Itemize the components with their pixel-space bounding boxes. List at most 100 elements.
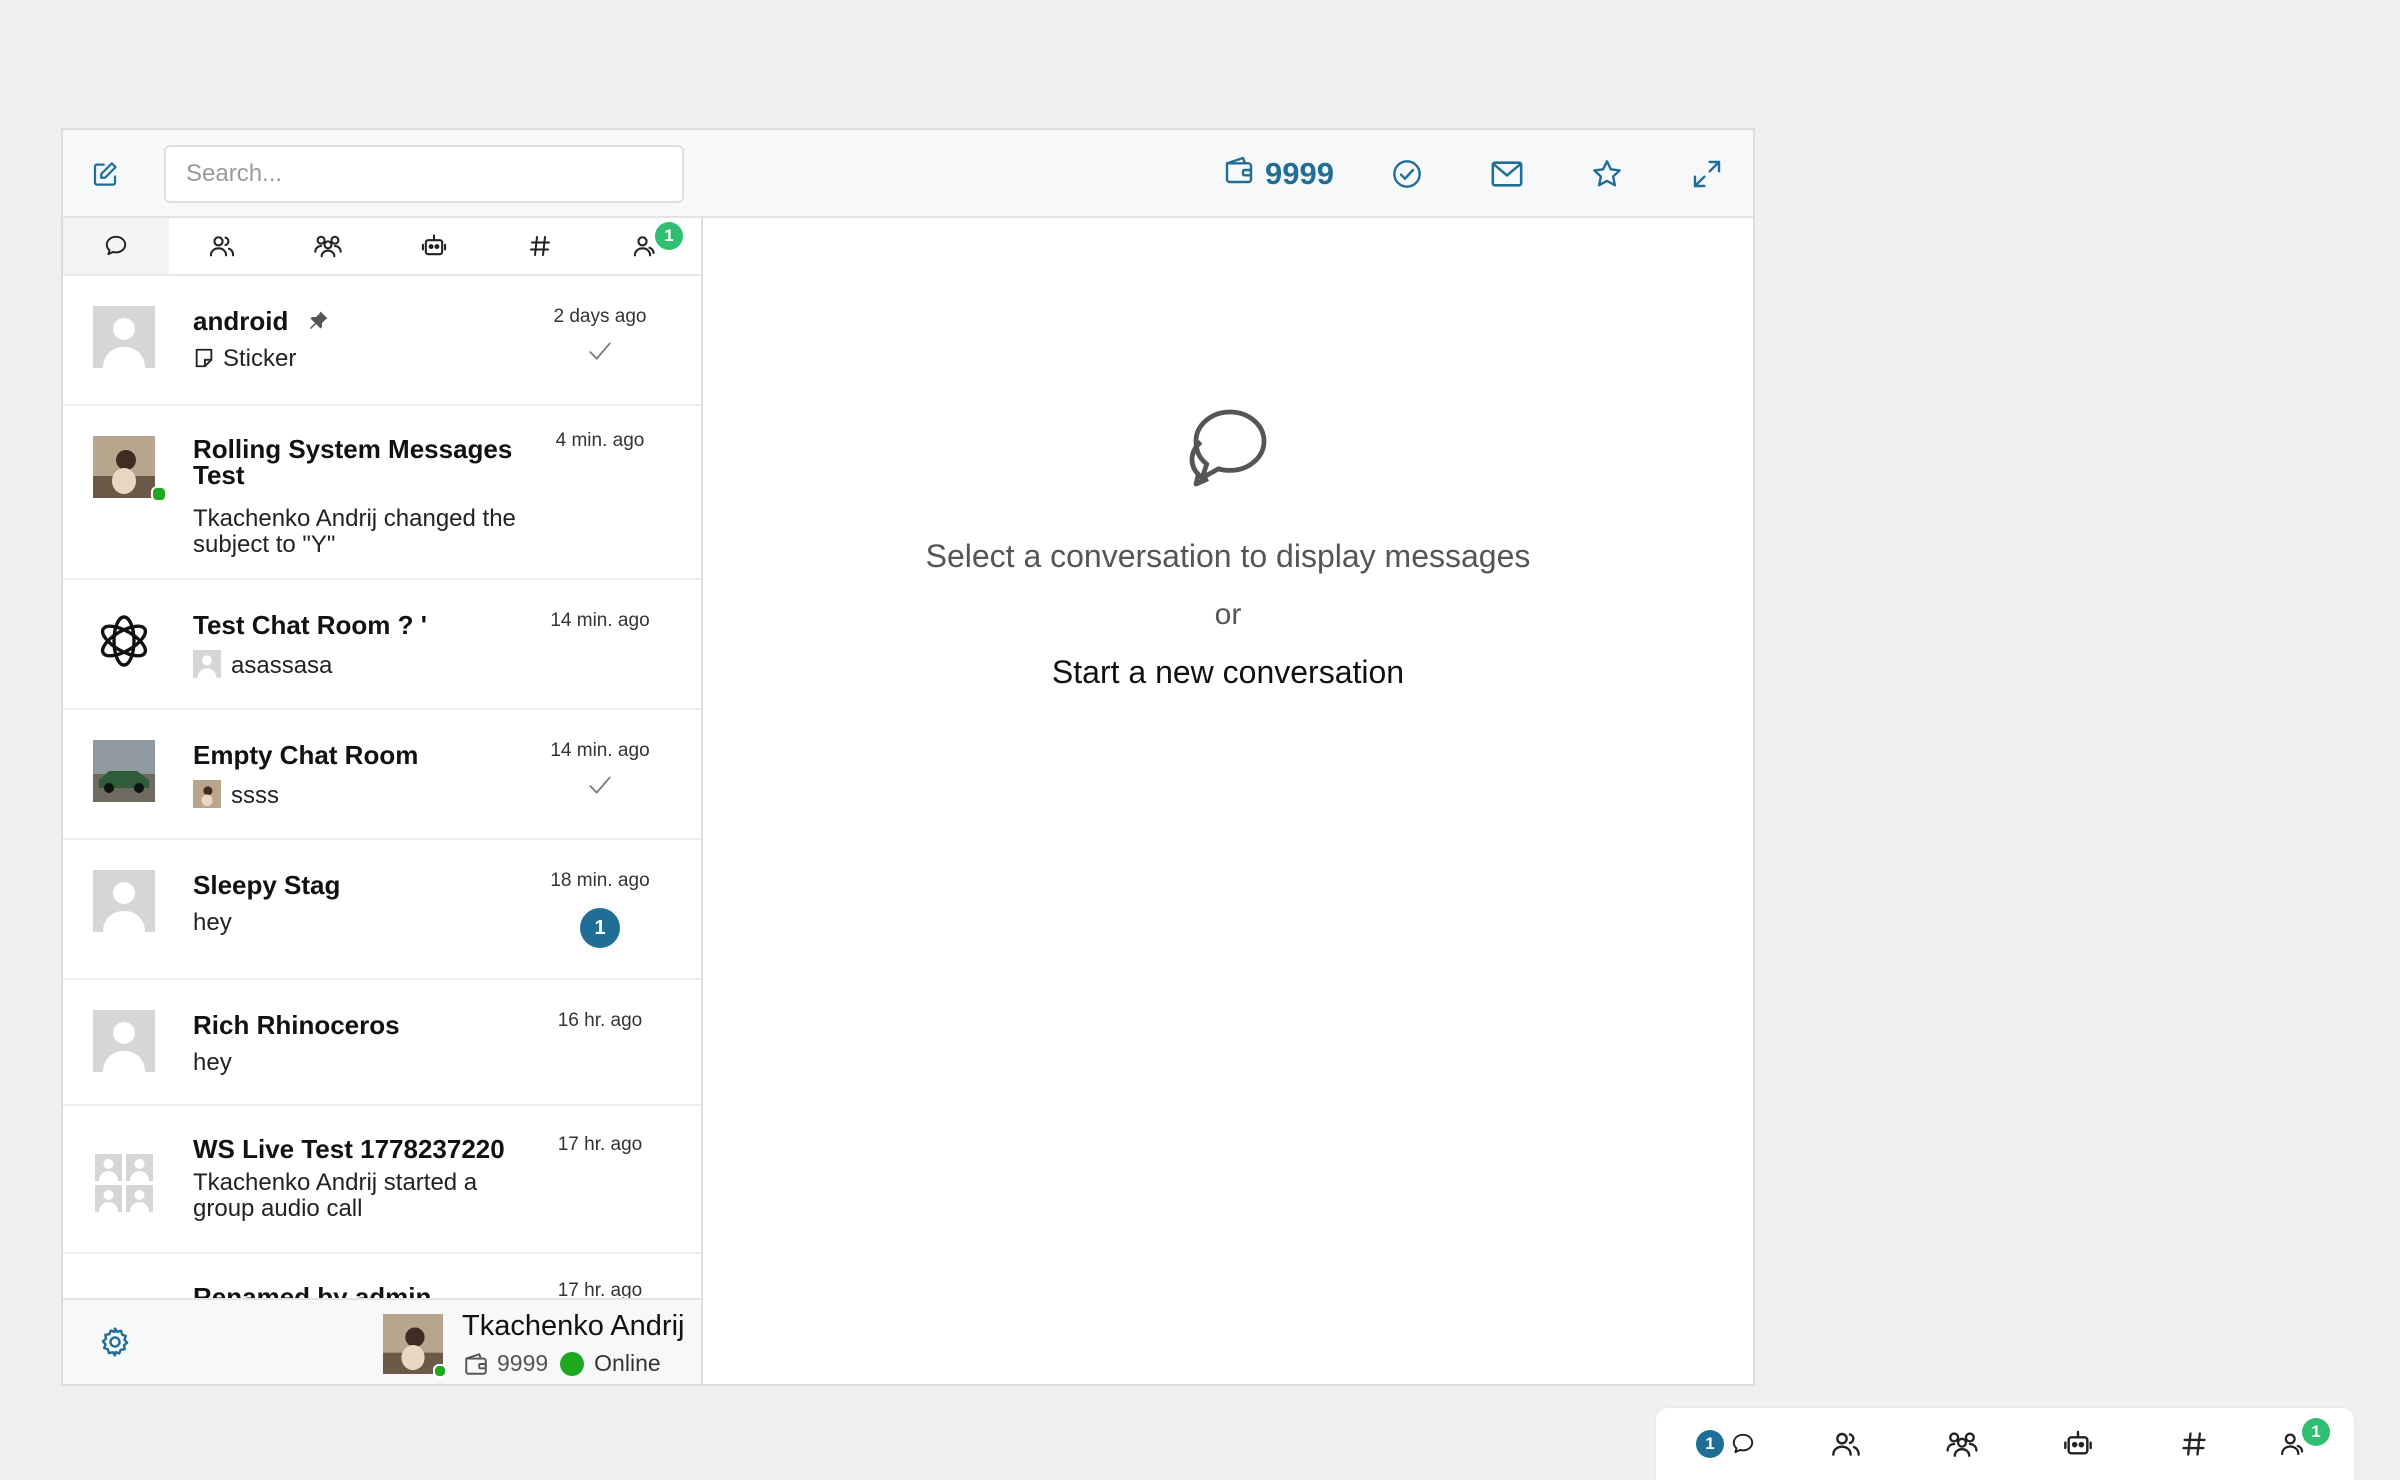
conversation-time: 18 min. ago — [550, 870, 650, 891]
wallet-icon — [1223, 155, 1255, 193]
unread-count: 1 — [535, 908, 665, 948]
star-icon[interactable] — [1585, 152, 1629, 196]
mail-icon[interactable] — [1485, 152, 1529, 196]
conversation-name: Rich Rhinoceros — [193, 1010, 400, 1040]
list-item[interactable]: WS Live Test 1778237220 Tkachenko Andrij… — [63, 1106, 701, 1254]
user-footer: Tkachenko Andrij 9999 Online — [63, 1298, 701, 1384]
list-item[interactable]: Sleepy Stag hey 18 min. ago 1 — [63, 840, 701, 980]
bots-icon — [2064, 1430, 2092, 1455]
avatar — [193, 650, 221, 678]
launcher-contacts[interactable] — [1806, 1408, 1886, 1480]
start-conversation-link: Start a new conversation — [703, 654, 1753, 691]
channels-icon — [2182, 1432, 2206, 1456]
avatar — [93, 740, 155, 802]
online-indicator — [151, 486, 167, 502]
compose-icon[interactable] — [83, 152, 127, 196]
list-item[interactable]: Empty Chat Room ssss 14 min. ago — [63, 710, 701, 840]
category-tabs: 1 — [63, 218, 701, 276]
user-status[interactable]: Online — [594, 1350, 660, 1377]
avatar — [93, 306, 155, 368]
conversation-time: 2 days ago — [553, 306, 647, 327]
conversation-time: 17 hr. ago — [557, 1134, 643, 1155]
conversation-list[interactable]: android Sticker 2 days ago Rolling Syste… — [63, 276, 701, 1298]
launcher-chats[interactable]: 1 — [1686, 1408, 1766, 1480]
list-item[interactable]: Rolling System Messages Test Tkachenko A… — [63, 406, 701, 580]
pin-icon — [309, 311, 328, 329]
avatar — [93, 1010, 155, 1072]
launcher-requests[interactable]: 1 — [2254, 1408, 2334, 1480]
avatar — [193, 780, 221, 808]
wallet-amount: 9999 — [1265, 156, 1334, 191]
read-check-icon — [535, 340, 665, 362]
avatar — [93, 870, 155, 932]
empty-state-message: Select a conversation to display message… — [925, 538, 1531, 574]
conversation-name: Empty Chat Room — [193, 740, 419, 770]
conversation-time: 17 hr. ago — [557, 1280, 643, 1298]
unread-badge: 1 — [580, 908, 620, 948]
wallet-icon — [465, 1352, 487, 1375]
conversation-name: Test Chat Room ? ' — [193, 610, 427, 640]
tab-contacts[interactable] — [169, 218, 275, 274]
chat-bubble-icon — [703, 400, 1753, 496]
group-avatar — [93, 1152, 155, 1214]
tab-groups[interactable] — [275, 218, 381, 274]
user-name: Tkachenko Andrij — [462, 1310, 685, 1342]
search-input[interactable] — [164, 145, 684, 203]
launcher-bots[interactable] — [2038, 1408, 2118, 1480]
sticker-icon — [195, 348, 213, 368]
conversation-time: 16 hr. ago — [557, 1010, 643, 1031]
conversation-preview: hey — [193, 909, 232, 936]
launcher-groups[interactable] — [1922, 1408, 2002, 1480]
groups-icon — [1946, 1432, 1978, 1457]
top-bar: 9999 — [63, 130, 1753, 218]
launcher-channels[interactable] — [2154, 1408, 2234, 1480]
read-check-icon — [535, 774, 665, 796]
user-balance: 9999 — [497, 1350, 549, 1376]
conversation-name: WS Live Test 1778237220 — [193, 1134, 505, 1164]
check-circle-icon[interactable] — [1385, 152, 1429, 196]
bots-icon — [421, 234, 447, 256]
list-item[interactable]: Rich Rhinoceros hey 16 hr. ago — [63, 980, 701, 1106]
expand-icon[interactable] — [1685, 152, 1729, 196]
requests-badge: 1 — [2302, 1418, 2330, 1446]
chats-icon — [1732, 1433, 1754, 1454]
conversation-time: 14 min. ago — [550, 610, 650, 631]
conversation-time: 14 min. ago — [550, 740, 650, 761]
list-item[interactable]: Renamed by admin 17 hr. ago — [63, 1254, 701, 1298]
conversation-preview: Tkachenko Andrij started a group audio c… — [193, 1169, 478, 1222]
requests-badge: 1 — [655, 222, 683, 250]
openai-logo-icon — [93, 610, 155, 672]
conversation-preview: Sticker — [193, 346, 541, 372]
list-item[interactable]: Test Chat Room ? ' asassasa 14 min. ago — [63, 580, 701, 710]
groups-icon — [314, 235, 342, 258]
message-pane: Select a conversation to display message… — [703, 218, 1753, 1384]
conversation-name: Sleepy Stag — [193, 870, 341, 900]
wallet-balance[interactable]: 9999 — [1223, 152, 1334, 196]
conversation-preview: Tkachenko Andrij changed the subject to … — [193, 505, 516, 558]
list-item[interactable]: android Sticker 2 days ago — [63, 276, 701, 406]
online-indicator — [433, 1364, 447, 1378]
conversation-panel: 1 android Sticker 2 days ago Rolling Sys… — [63, 218, 703, 1384]
contacts-icon — [1832, 1432, 1860, 1456]
tab-channels[interactable] — [487, 218, 593, 274]
conversation-name: Renamed by admin — [193, 1282, 432, 1298]
contacts-icon — [209, 236, 235, 257]
user-status-line: 9999 Online — [463, 1350, 661, 1377]
conversation-time: 4 min. ago — [555, 430, 645, 451]
tab-bots[interactable] — [381, 218, 487, 274]
start-new-conversation[interactable]: Start a new conversation — [1052, 654, 1404, 690]
conversation-preview: hey — [193, 1049, 232, 1076]
status-dot — [560, 1351, 585, 1376]
empty-state-or: or — [1214, 598, 1242, 631]
settings-gear-icon[interactable] — [93, 1320, 137, 1364]
unread-badge: 1 — [1696, 1430, 1724, 1458]
tab-chats[interactable] — [63, 218, 169, 274]
conversation-preview: ssss — [193, 780, 541, 809]
chat-widget: 9999 — [61, 128, 1755, 1386]
avatar — [93, 436, 155, 498]
conversation-preview: asassasa — [193, 650, 541, 679]
channels-icon — [530, 236, 550, 256]
bottom-launcher-bar: 1 1 — [1656, 1408, 2354, 1480]
conversation-name: Rolling System Messages Test — [193, 434, 513, 490]
tab-requests[interactable]: 1 — [593, 218, 699, 274]
